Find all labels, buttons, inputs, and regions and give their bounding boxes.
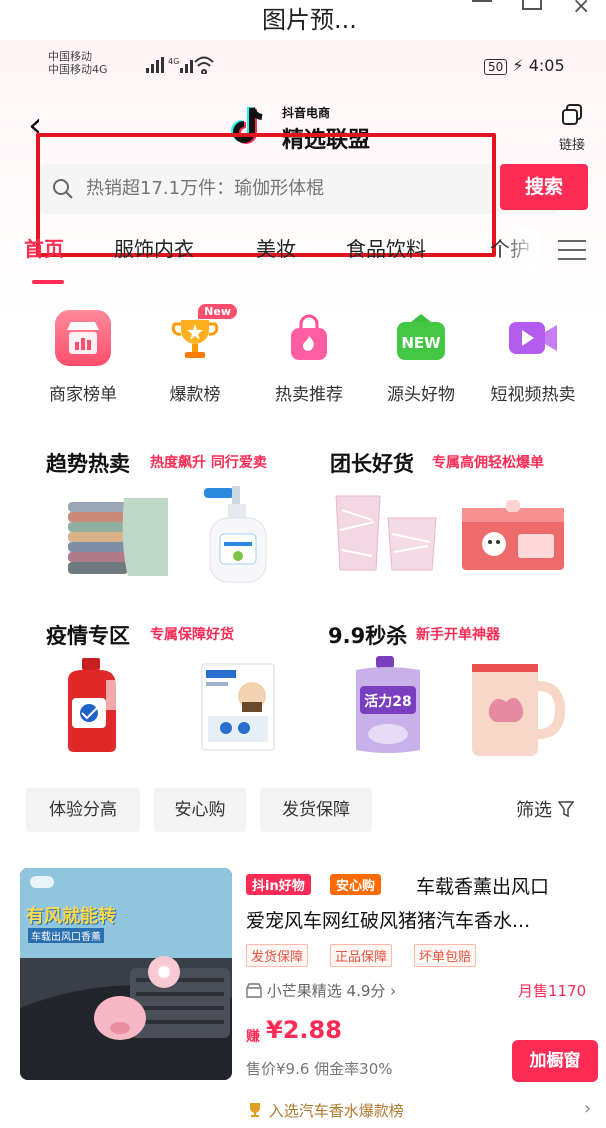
rank-link-label: 入选汽车香水爆款榜 <box>268 1102 404 1120</box>
funnel-icon <box>557 801 575 818</box>
image-caption-small: 车载出风口香薰 <box>28 928 104 943</box>
service-tag: 坏单包赔 <box>414 944 477 967</box>
link-label: 链接 <box>558 138 585 153</box>
category-hot-recommend[interactable]: 热卖推荐 <box>254 310 364 405</box>
earn-label: 赚 <box>246 1029 260 1045</box>
section-subtitle-leader: 专属高佣轻松爆单 <box>432 455 544 471</box>
filter-shipping-guarantee[interactable]: 发货保障 <box>260 788 372 832</box>
tab-home[interactable]: 首页 <box>24 233 64 262</box>
status-right: 50 ⚡ 4:05 <box>484 56 565 75</box>
image-caption: 有风就能转 <box>26 906 116 927</box>
add-to-showcase-button[interactable]: 加橱窗 <box>512 1040 598 1082</box>
tab-fade <box>498 228 538 278</box>
trophy-icon: New <box>167 304 237 366</box>
window-titlebar: 图片预... × <box>0 0 606 40</box>
section-title-trend[interactable]: 趋势热卖 <box>46 448 130 478</box>
shop-chart-icon <box>55 310 111 366</box>
carrier-1: 中国移动 <box>48 50 92 63</box>
close-icon[interactable]: × <box>572 0 590 19</box>
product-towels-image[interactable] <box>64 492 174 588</box>
category-label: 热卖推荐 <box>275 385 343 405</box>
tab-apparel[interactable]: 服饰内衣 <box>114 233 194 262</box>
earn-value: ¥2.88 <box>266 1016 342 1044</box>
search-button[interactable]: 搜索 <box>500 164 588 210</box>
category-label: 源头好物 <box>387 385 455 405</box>
shop-info[interactable]: 小芒果精选 4.9分 › <box>246 980 396 1001</box>
tab-beauty[interactable]: 美妆 <box>256 233 296 262</box>
svg-text:NEW: NEW <box>401 334 441 352</box>
monthly-sales: 月售1170 <box>518 982 587 1000</box>
product-mug-image[interactable] <box>462 656 566 762</box>
maximize-button[interactable] <box>522 0 542 10</box>
service-tag: 发货保障 <box>246 944 309 967</box>
price-commission-info: 售价¥9.6 佣金率30% <box>246 1060 393 1078</box>
video-icon <box>505 310 561 366</box>
category-label: 爆款榜 <box>169 385 221 405</box>
link-button[interactable]: 链接 <box>554 104 590 153</box>
product-laundry-pouch-image[interactable]: 活力28 <box>350 656 426 760</box>
tab-food[interactable]: 食品饮料 <box>346 233 426 262</box>
category-source-goods[interactable]: NEW 源头好物 <box>366 310 476 405</box>
filter-label: 筛选 <box>516 800 552 821</box>
section-subtitle-trend: 热度飙升 同行爱卖 <box>150 455 267 471</box>
shop-name: 小芒果精选 4.9分 › <box>266 982 397 1000</box>
product-gift-box-image[interactable] <box>460 500 566 578</box>
tag-douyin-good: 抖in好物 <box>246 874 311 895</box>
new-badge: New <box>198 304 237 319</box>
filter-anxin-buy[interactable]: 安心购 <box>154 788 246 832</box>
minimize-button[interactable] <box>472 0 492 2</box>
product-detergent-image[interactable] <box>60 658 124 758</box>
logo-subtitle: 抖音电商 <box>282 106 331 120</box>
product-title-line-1[interactable]: 车载香薰出风口 <box>416 872 549 899</box>
tab-active-indicator <box>32 280 64 284</box>
shop-icon <box>246 983 262 998</box>
tag-anxin: 安心购 <box>330 874 382 895</box>
category-video-hot[interactable]: 短视频热卖 <box>478 310 588 405</box>
battery-icon: 50 <box>484 59 508 75</box>
rank-link[interactable]: 入选汽车香水爆款榜 <box>246 1100 404 1121</box>
section-title-flash[interactable]: 9.9秒杀 <box>328 620 407 650</box>
window-title: 图片预... <box>262 6 357 34</box>
fire-bag-icon <box>281 310 337 366</box>
trophy-small-icon <box>250 1103 260 1117</box>
product-mask-box-image[interactable] <box>198 662 278 756</box>
svg-text:4G: 4G <box>168 57 179 66</box>
filter-button[interactable]: 筛选 <box>516 796 575 822</box>
filter-experience-score[interactable]: 体验分高 <box>26 788 140 832</box>
svg-text:活力28: 活力28 <box>364 693 411 710</box>
product-title-line-2[interactable]: 爱宠风车网红破风猪猪汽车香水... <box>246 906 530 933</box>
category-hot-rank[interactable]: New 爆款榜 <box>140 304 250 405</box>
product-soap-image[interactable] <box>202 482 274 590</box>
status-carriers: 中国移动 中国移动4G <box>48 50 108 76</box>
category-label: 短视频热卖 <box>490 385 576 405</box>
category-label: 商家榜单 <box>49 385 117 405</box>
category-merchant-rank[interactable]: 商家榜单 <box>28 310 138 405</box>
section-title-epidemic[interactable]: 疫情专区 <box>46 620 130 650</box>
section-subtitle-flash: 新手开单神器 <box>416 627 500 643</box>
charging-icon: ⚡ <box>512 56 524 75</box>
status-time: 4:05 <box>528 56 565 75</box>
product-glass-cups-image[interactable] <box>332 490 444 580</box>
carrier-2: 中国移动4G <box>48 63 108 76</box>
service-tag: 正品保障 <box>330 944 393 967</box>
copy-link-icon <box>561 104 583 126</box>
product-image-car-fresh[interactable]: 有风就能转 车载出风口香薰 <box>20 868 232 1080</box>
signal-icon: 4G <box>146 56 222 78</box>
menu-icon[interactable] <box>558 240 586 260</box>
chevron-right-icon[interactable]: › <box>584 1098 591 1119</box>
section-subtitle-epidemic: 专属保障好货 <box>150 627 234 643</box>
section-title-leader[interactable]: 团长好货 <box>330 448 414 478</box>
new-tag-icon: NEW <box>393 310 449 366</box>
